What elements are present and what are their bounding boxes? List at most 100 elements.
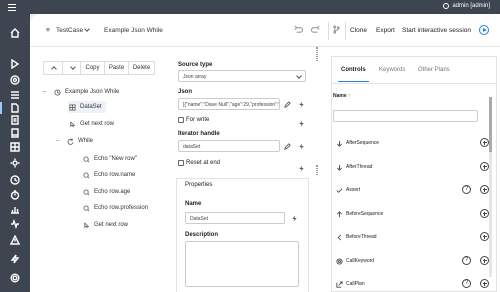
sort-by-name-header[interactable]: Name ↑ bbox=[333, 93, 351, 99]
document-icon[interactable] bbox=[0, 102, 21, 114]
plan-title[interactable]: Example Json While bbox=[104, 27, 163, 34]
list-item[interactable]: CallPlan? bbox=[332, 278, 496, 290]
add-icon[interactable] bbox=[480, 138, 489, 147]
list-item[interactable]: BeforeThread bbox=[332, 231, 496, 243]
tab-controls[interactable]: Controls bbox=[338, 67, 369, 82]
edit-icon[interactable] bbox=[283, 100, 291, 108]
tab-other-plans[interactable]: Other Plans bbox=[418, 67, 450, 73]
checkbox-icon bbox=[178, 117, 184, 123]
pulse-icon[interactable] bbox=[9, 218, 21, 230]
tree-node-get-next-row-2[interactable]: Get next row bbox=[82, 221, 128, 229]
bolt-icon[interactable] bbox=[297, 164, 305, 172]
add-icon[interactable] bbox=[480, 185, 489, 194]
list-item[interactable]: CallKeyword? bbox=[332, 255, 496, 267]
for-write-checkbox[interactable]: For write bbox=[178, 117, 209, 123]
filter-input[interactable] bbox=[333, 110, 478, 122]
home-icon[interactable] bbox=[9, 27, 21, 39]
item-label: CallKeyword bbox=[346, 258, 375, 264]
start-session-button[interactable]: Start interactive session bbox=[402, 27, 471, 34]
move-down-button[interactable] bbox=[63, 61, 81, 75]
clone-button[interactable]: Clone bbox=[350, 27, 367, 34]
bolt-icon[interactable] bbox=[297, 142, 305, 150]
tree-node-root[interactable]: – Example Json While bbox=[43, 88, 119, 96]
tree-node-echo-row-profession[interactable]: Echo row.profession bbox=[82, 204, 148, 212]
add-icon[interactable] bbox=[480, 256, 489, 265]
reset-at-end-checkbox[interactable]: Reset at end bbox=[178, 160, 220, 166]
help-icon[interactable]: ? bbox=[462, 256, 471, 265]
file-list-icon[interactable] bbox=[9, 114, 21, 126]
user-menu[interactable]: admin [admin] bbox=[443, 3, 490, 9]
source-type-value: Json array bbox=[183, 74, 207, 80]
tab-keywords[interactable]: Keywords bbox=[379, 67, 405, 73]
move-up-button[interactable] bbox=[43, 61, 63, 75]
item-label: BeforeThread bbox=[346, 234, 377, 240]
list-item[interactable]: AfterThread bbox=[332, 161, 496, 173]
splitter-handle[interactable] bbox=[316, 165, 318, 175]
add-icon[interactable] bbox=[480, 209, 489, 218]
splitter-handle[interactable] bbox=[316, 47, 318, 61]
branch-icon[interactable] bbox=[332, 25, 341, 36]
divider bbox=[328, 22, 329, 40]
undo-icon[interactable] bbox=[294, 25, 304, 36]
collapse-icon[interactable]: – bbox=[56, 138, 62, 144]
list-item[interactable]: Assert? bbox=[332, 184, 496, 196]
chevron-down-icon bbox=[69, 64, 76, 70]
controls-panel: Controls Keywords Other Plans Name ↑ Aft… bbox=[331, 56, 497, 292]
sidebar bbox=[0, 14, 30, 292]
tree-node-while[interactable]: – While bbox=[56, 137, 93, 145]
item-label: Assert bbox=[346, 187, 361, 193]
warning-icon[interactable] bbox=[9, 234, 21, 246]
play-icon[interactable] bbox=[9, 58, 21, 70]
bolt-icon[interactable] bbox=[297, 119, 305, 127]
add-icon[interactable] bbox=[480, 162, 489, 171]
type-label: TestCase bbox=[56, 27, 84, 34]
book-icon[interactable] bbox=[9, 127, 21, 139]
tree-node-echo-row-name[interactable]: Echo row.name bbox=[82, 171, 135, 179]
top-bar: admin [admin] bbox=[0, 0, 500, 14]
redo-icon[interactable] bbox=[310, 25, 320, 36]
list-icon[interactable] bbox=[9, 89, 21, 101]
grid-icon[interactable] bbox=[9, 141, 21, 153]
iterator-handle-input[interactable]: dataSet bbox=[178, 140, 280, 152]
copy-button[interactable]: Copy bbox=[81, 61, 105, 75]
arrow-down-icon bbox=[335, 139, 343, 147]
type-selector[interactable]: TestCase bbox=[56, 26, 90, 34]
edit-icon[interactable] bbox=[283, 142, 291, 150]
sun-icon[interactable] bbox=[9, 157, 21, 169]
bolt-icon[interactable] bbox=[290, 214, 298, 222]
main-panel: ≡ TestCase Example Json While Clone Expo… bbox=[30, 14, 500, 292]
name-input[interactable]: DataSet bbox=[185, 212, 285, 224]
export-button[interactable]: Export bbox=[376, 27, 395, 34]
iterator-handle-label: Iterator handle bbox=[178, 131, 220, 137]
menu-icon[interactable] bbox=[7, 2, 17, 12]
tree-node-get-next-row[interactable]: Get next row bbox=[68, 120, 114, 128]
source-type-select[interactable]: Json array bbox=[178, 70, 306, 82]
sort-label: Name bbox=[333, 93, 347, 99]
type-list-icon: ≡ bbox=[46, 27, 50, 34]
add-icon[interactable] bbox=[480, 232, 489, 241]
chevron-down-icon bbox=[296, 73, 302, 79]
bolt-icon[interactable] bbox=[297, 100, 305, 108]
list-item[interactable]: AfterSequence bbox=[332, 137, 496, 149]
delete-button[interactable]: Delete bbox=[129, 61, 155, 75]
tree-node-dataset[interactable]: DataSet bbox=[68, 103, 102, 111]
timer-icon[interactable] bbox=[9, 189, 21, 201]
settings-icon[interactable] bbox=[9, 272, 21, 284]
paste-button[interactable]: Paste bbox=[105, 61, 129, 75]
bolt-icon[interactable] bbox=[9, 253, 21, 265]
tree-node-echo-new-row[interactable]: Echo "New row" bbox=[82, 155, 137, 163]
run-play-icon[interactable] bbox=[479, 25, 489, 35]
tree-node-label: Example Json While bbox=[65, 89, 120, 95]
list-item[interactable]: BeforeSequence bbox=[332, 208, 496, 220]
chevron-up-icon bbox=[51, 66, 57, 72]
chart-icon[interactable] bbox=[9, 203, 21, 215]
help-icon[interactable]: ? bbox=[462, 185, 471, 194]
json-input[interactable]: [{"name":"Dave Null","age":29,"professio… bbox=[178, 98, 280, 110]
history-icon[interactable] bbox=[9, 174, 21, 186]
collapse-icon[interactable]: – bbox=[43, 89, 49, 95]
help-icon[interactable]: ? bbox=[462, 279, 471, 288]
target-icon[interactable] bbox=[9, 74, 21, 86]
tree-node-echo-row-age[interactable]: Echo row.age bbox=[82, 188, 130, 196]
add-icon[interactable] bbox=[480, 279, 489, 288]
description-textarea[interactable] bbox=[185, 241, 299, 287]
